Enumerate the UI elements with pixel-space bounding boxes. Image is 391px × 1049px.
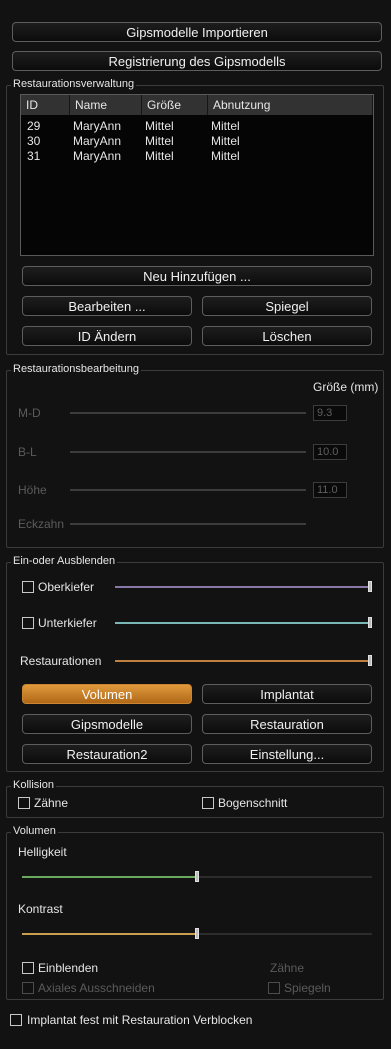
md-value-field[interactable]: 9.3 <box>313 405 347 421</box>
cell-wear: Mittel <box>211 149 240 163</box>
canine-slider[interactable] <box>70 523 306 525</box>
table-row[interactable]: 30 MaryAnn Mittel Mittel <box>21 134 373 149</box>
restoration-management-title: Restaurationsverwaltung <box>11 78 137 90</box>
restoration-table[interactable]: ID Name Größe Abnutzung 29 MaryAnn Mitte… <box>20 94 374 256</box>
arch-cut-checkbox[interactable] <box>202 797 214 809</box>
size-column-header: Größe (mm) <box>313 380 379 394</box>
upper-jaw-opacity-slider[interactable] <box>115 586 372 588</box>
settings-button[interactable]: Einstellung... <box>202 744 372 764</box>
lower-jaw-slider-thumb[interactable] <box>368 617 372 628</box>
delete-button[interactable]: Löschen <box>202 326 372 346</box>
implant-button[interactable]: Implantat <box>202 684 372 704</box>
edit-button[interactable]: Bearbeiten ... <box>22 296 192 316</box>
visibility-title: Ein-oder Ausblenden <box>11 555 118 567</box>
bl-label: B-L <box>18 445 37 459</box>
height-value-field[interactable]: 11.0 <box>313 482 347 498</box>
mirror-button[interactable]: Spiegel <box>202 296 372 316</box>
import-models-button[interactable]: Gipsmodelle Importieren <box>12 22 382 42</box>
cell-name: MaryAnn <box>73 119 122 133</box>
contrast-slider-fill <box>22 933 197 935</box>
lock-implant-label: Implantat fest mit Restauration Verblock… <box>27 1013 253 1027</box>
lock-implant-checkbox[interactable] <box>10 1014 22 1026</box>
show-volume-label: Einblenden <box>38 961 99 975</box>
collision-title: Kollision <box>11 779 56 791</box>
axial-cut-label: Axiales Ausschneiden <box>38 981 155 995</box>
height-slider[interactable] <box>70 489 306 491</box>
column-header-name[interactable]: Name <box>70 95 142 115</box>
add-new-button[interactable]: Neu Hinzufügen ... <box>22 266 372 286</box>
cell-id: 30 <box>27 134 41 148</box>
md-label: M-D <box>18 406 41 420</box>
restorations-opacity-slider[interactable] <box>115 660 372 662</box>
change-id-button[interactable]: ID Ändern <box>22 326 192 346</box>
axial-cut-checkbox[interactable] <box>22 982 34 994</box>
volume-teeth-label: Zähne <box>270 961 305 975</box>
restoration2-button[interactable]: Restauration2 <box>22 744 192 764</box>
volume-mirror-checkbox[interactable] <box>268 982 280 994</box>
canine-label: Eckzahn <box>18 517 65 531</box>
cell-size: Mittel <box>145 149 174 163</box>
collision-teeth-checkbox[interactable] <box>18 797 30 809</box>
contrast-slider-thumb[interactable] <box>195 928 199 939</box>
height-label: Höhe <box>18 483 47 497</box>
cell-wear: Mittel <box>211 134 240 148</box>
register-model-button[interactable]: Registrierung des Gipsmodells <box>12 51 382 71</box>
restoration-edit-title: Restaurationsbearbeitung <box>11 363 141 375</box>
volume-button[interactable]: Volumen <box>22 684 192 704</box>
column-header-wear[interactable]: Abnutzung <box>208 95 373 115</box>
cell-name: MaryAnn <box>73 149 122 163</box>
volume-title: Volumen <box>11 825 58 837</box>
cell-id: 29 <box>27 119 41 133</box>
arch-cut-label: Bogenschnitt <box>218 796 288 810</box>
contrast-label: Kontrast <box>18 902 63 916</box>
brightness-slider-thumb[interactable] <box>195 871 199 882</box>
brightness-label: Helligkeit <box>18 845 67 859</box>
bl-slider[interactable] <box>70 451 306 453</box>
restorations-label: Restaurationen <box>20 654 102 668</box>
collision-teeth-label: Zähne <box>34 796 69 810</box>
upper-jaw-slider-thumb[interactable] <box>368 581 372 592</box>
volume-mirror-label: Spiegeln <box>284 981 331 995</box>
cell-size: Mittel <box>145 119 174 133</box>
column-header-id[interactable]: ID <box>21 95 70 115</box>
table-row[interactable]: 31 MaryAnn Mittel Mittel <box>21 149 373 164</box>
cell-size: Mittel <box>145 134 174 148</box>
column-header-size[interactable]: Größe <box>142 95 208 115</box>
show-volume-checkbox[interactable] <box>22 962 34 974</box>
models-button[interactable]: Gipsmodelle <box>22 714 192 734</box>
cell-wear: Mittel <box>211 119 240 133</box>
restorations-slider-thumb[interactable] <box>368 655 372 666</box>
upper-jaw-label: Oberkiefer <box>38 580 95 594</box>
cell-name: MaryAnn <box>73 134 122 148</box>
upper-jaw-checkbox[interactable] <box>22 581 34 593</box>
md-slider[interactable] <box>70 412 306 414</box>
cell-id: 31 <box>27 149 41 163</box>
lower-jaw-checkbox[interactable] <box>22 617 34 629</box>
table-row[interactable]: 29 MaryAnn Mittel Mittel <box>21 119 373 134</box>
lower-jaw-opacity-slider[interactable] <box>115 622 372 624</box>
restoration-button[interactable]: Restauration <box>202 714 372 734</box>
lower-jaw-label: Unterkiefer <box>38 616 97 630</box>
brightness-slider-fill <box>22 876 197 878</box>
bl-value-field[interactable]: 10.0 <box>313 444 347 460</box>
